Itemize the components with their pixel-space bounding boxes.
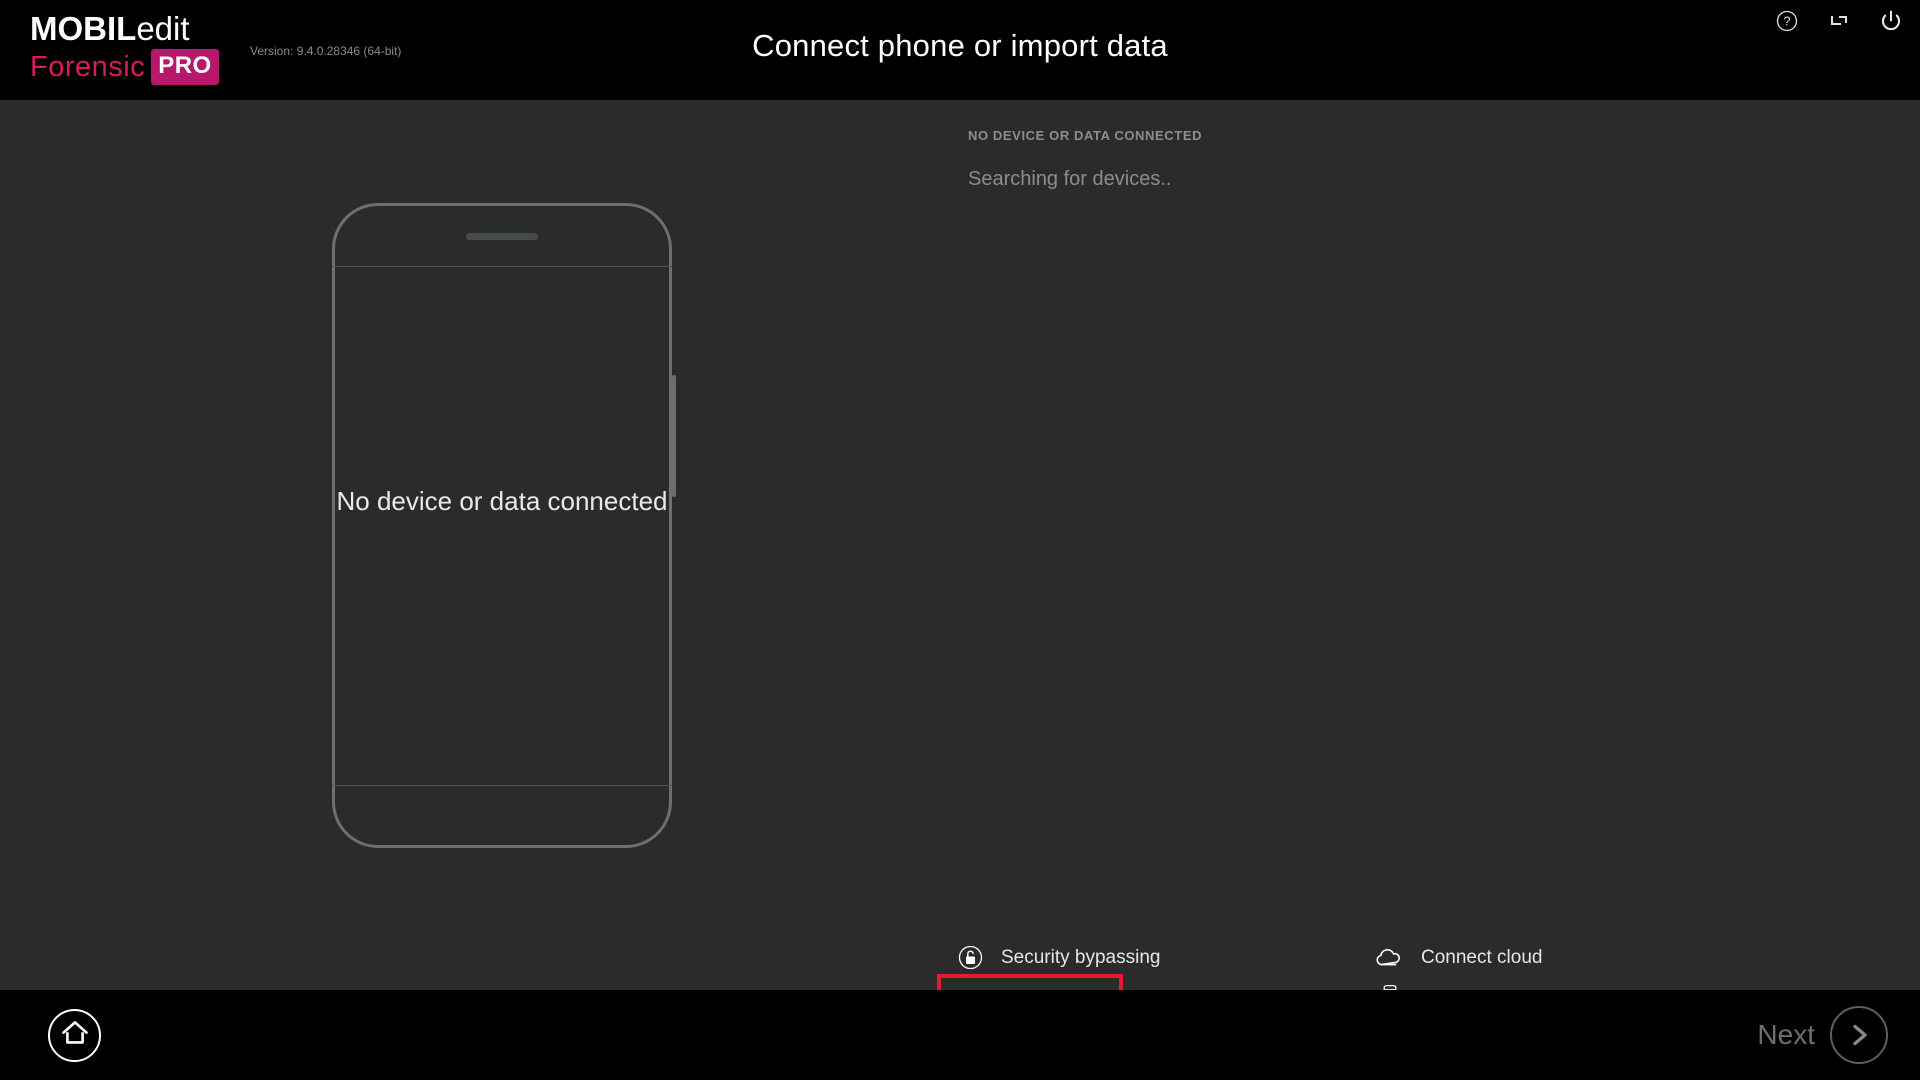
main-content: No device or data connected NO DEVICE OR…: [0, 100, 1920, 1052]
window-controls: ?: [1772, 6, 1906, 36]
svg-text:?: ?: [1784, 15, 1791, 29]
app-footer: Next: [0, 990, 1920, 1080]
page-title: Connect phone or import data: [752, 28, 1168, 63]
security-bypassing-button[interactable]: Security bypassing: [955, 937, 1165, 978]
connection-status-heading: NO DEVICE OR DATA CONNECTED: [968, 128, 1203, 143]
phone-side-button: [672, 375, 676, 497]
home-button[interactable]: [48, 1009, 101, 1062]
connect-cloud-button[interactable]: Connect cloud: [1375, 937, 1552, 978]
power-icon[interactable]: [1876, 6, 1906, 36]
security-bypassing-label: Security bypassing: [1001, 946, 1161, 968]
next-button-label: Next: [1757, 1019, 1815, 1050]
device-status-text: No device or data connected: [336, 486, 668, 516]
application-window: MOBILedit Forensic PRO Version: 9.4.0.28…: [0, 0, 1920, 1080]
cloud-icon: [1375, 943, 1405, 973]
chevron-right-icon: [1830, 1006, 1888, 1064]
phone-screen-bottom-divider: [332, 785, 672, 786]
home-icon: [61, 1020, 89, 1051]
phone-outline: [332, 203, 672, 848]
phone-speaker-icon: [466, 233, 538, 240]
device-illustration: No device or data connected: [332, 203, 676, 848]
next-button[interactable]: Next: [1757, 1006, 1888, 1064]
phone-screen-top-divider: [332, 266, 672, 267]
minimize-icon[interactable]: [1824, 6, 1854, 36]
connect-cloud-label: Connect cloud: [1421, 946, 1543, 968]
app-header: MOBILedit Forensic PRO Version: 9.4.0.28…: [0, 0, 1920, 100]
unlock-circle-icon: [955, 943, 985, 973]
help-icon[interactable]: ?: [1772, 6, 1802, 36]
connection-status-message: Searching for devices..: [968, 168, 1172, 190]
